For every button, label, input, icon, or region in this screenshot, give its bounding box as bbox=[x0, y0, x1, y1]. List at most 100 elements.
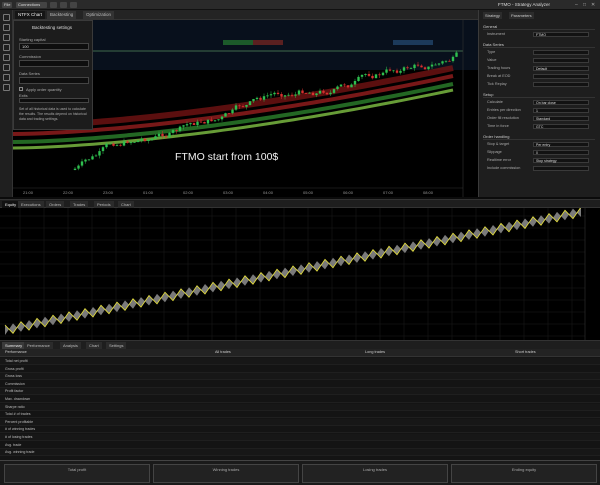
candle-body bbox=[147, 140, 150, 141]
candle-body bbox=[283, 95, 287, 97]
row-label: Max. drawdown bbox=[5, 397, 31, 401]
file-menu[interactable]: File bbox=[2, 2, 13, 8]
table-row: Total # of trades bbox=[0, 411, 600, 419]
measure-tool-icon[interactable] bbox=[3, 74, 10, 81]
exits-select[interactable] bbox=[19, 98, 89, 103]
tab-summary[interactable]: Summary bbox=[2, 342, 26, 349]
toolbar-icon[interactable] bbox=[40, 2, 47, 8]
candle-body bbox=[175, 130, 178, 131]
realtime-error-select[interactable]: Stop strategy bbox=[533, 158, 589, 163]
candle-body bbox=[255, 97, 259, 100]
candle-body bbox=[374, 74, 378, 79]
tab-equity[interactable]: Equity bbox=[2, 201, 20, 208]
candle-body bbox=[381, 72, 385, 76]
equity-curve-panel[interactable] bbox=[0, 208, 600, 340]
tab-performance[interactable]: Performance bbox=[24, 342, 53, 349]
type-select[interactable] bbox=[533, 50, 589, 55]
winning-trades-box: Winning trades bbox=[153, 464, 299, 483]
toolbar-icon[interactable] bbox=[50, 2, 57, 8]
candle-body bbox=[353, 81, 357, 85]
tab-orders[interactable]: Orders bbox=[46, 201, 65, 208]
property-row: Realtime error Stop strategy bbox=[487, 157, 595, 164]
dialog-title: Backtesting settings bbox=[32, 25, 73, 30]
fib-tool-icon[interactable] bbox=[3, 44, 10, 51]
tab-backtesting[interactable]: Backtesting bbox=[47, 11, 77, 19]
trading-hours-select[interactable]: Default bbox=[533, 66, 589, 71]
candle-body bbox=[308, 92, 311, 94]
candle-body bbox=[287, 94, 290, 96]
shape-tool-icon[interactable] bbox=[3, 54, 10, 61]
property-row: Order fill resolution Standard bbox=[487, 115, 595, 122]
candle-body bbox=[203, 122, 206, 124]
zoom-tool-icon[interactable] bbox=[3, 84, 10, 91]
ray-tool-icon[interactable] bbox=[3, 34, 10, 41]
tab-executions[interactable]: Executions bbox=[18, 201, 44, 208]
value-input[interactable] bbox=[533, 58, 589, 63]
tab-strategy[interactable]: Strategy bbox=[483, 12, 502, 19]
include-commission-toggle[interactable] bbox=[533, 166, 589, 171]
line-tool-icon[interactable] bbox=[3, 24, 10, 31]
performance-table: Performance All trades Long trades Short… bbox=[0, 349, 600, 460]
candle-body bbox=[294, 94, 297, 96]
candle-body bbox=[171, 130, 175, 133]
text-tool-icon[interactable] bbox=[3, 64, 10, 71]
backtest-settings-dialog: Backtesting settings Starting capital 10… bbox=[13, 20, 93, 130]
fill-resolution-select[interactable]: Standard bbox=[533, 116, 589, 121]
apply-quantity-checkbox[interactable] bbox=[19, 87, 23, 91]
candle-body bbox=[413, 64, 416, 69]
stop-target-select[interactable]: Per entry bbox=[533, 142, 589, 147]
chart-tab-strip: NTFX Chart Backtesting Optimization bbox=[13, 10, 478, 20]
time-tick-label: 08:00 bbox=[423, 190, 434, 195]
data-series-input[interactable] bbox=[19, 77, 89, 84]
tab-stat-chart[interactable]: Chart bbox=[86, 342, 102, 349]
row-label: Commission bbox=[5, 381, 25, 386]
maximize-icon[interactable]: □ bbox=[583, 2, 586, 8]
minimize-icon[interactable]: – bbox=[575, 2, 578, 8]
calculate-select[interactable]: On bar close bbox=[533, 100, 589, 105]
time-tick-label: 05:00 bbox=[303, 190, 314, 195]
toolbar-icon[interactable] bbox=[70, 2, 77, 8]
entries-input[interactable]: 1 bbox=[533, 108, 589, 113]
table-row: Max. drawdown bbox=[0, 396, 600, 403]
row-label: # of losing trades bbox=[5, 435, 33, 439]
candle-body bbox=[245, 105, 248, 107]
time-in-force-select[interactable]: GTC bbox=[533, 124, 589, 129]
row-label: Sharpe ratio bbox=[5, 404, 25, 409]
total-profit-box: Total profit bbox=[4, 464, 150, 483]
tab-periods[interactable]: Periods bbox=[94, 201, 114, 208]
row-label: Profit factor bbox=[5, 389, 24, 394]
column-header: Long trades bbox=[365, 350, 386, 354]
candle-body bbox=[87, 159, 91, 161]
candle-body bbox=[108, 143, 112, 145]
column-header: All trades bbox=[215, 350, 231, 354]
candle-body bbox=[252, 99, 255, 102]
row-label: Total net profit bbox=[5, 359, 28, 363]
starting-capital-input[interactable]: 100 bbox=[19, 43, 89, 50]
candle-body bbox=[420, 65, 423, 68]
toolbar-icon[interactable] bbox=[60, 2, 67, 8]
tab-parameters[interactable]: Parameters bbox=[509, 12, 534, 19]
tab-optimization[interactable]: Optimization bbox=[83, 11, 115, 19]
instrument-input[interactable]: FTMO bbox=[533, 32, 589, 37]
table-row: Percent profitable bbox=[0, 418, 600, 426]
table-row: Total net profit bbox=[0, 358, 600, 365]
cursor-tool-icon[interactable] bbox=[3, 14, 10, 21]
candle-body bbox=[73, 168, 77, 170]
candle-body bbox=[262, 96, 266, 100]
slippage-input[interactable]: 0 bbox=[533, 150, 589, 155]
candle-body bbox=[161, 133, 164, 137]
tick-replay-toggle[interactable] bbox=[533, 82, 589, 87]
commission-input[interactable] bbox=[19, 60, 89, 67]
row-label: Percent profitable bbox=[5, 419, 34, 424]
tab-analysis[interactable]: Analysis bbox=[60, 342, 81, 349]
candle-body bbox=[91, 156, 94, 160]
tab-settings[interactable]: Settings bbox=[106, 342, 127, 349]
break-eod-toggle[interactable] bbox=[533, 74, 589, 79]
close-icon[interactable]: ✕ bbox=[591, 2, 595, 8]
tab-trades[interactable]: Trades bbox=[70, 201, 89, 208]
equity-curve-chart[interactable] bbox=[0, 208, 600, 340]
candle-body bbox=[455, 52, 458, 57]
tab-chart-results[interactable]: Chart bbox=[118, 201, 134, 208]
connections-menu[interactable]: Connections bbox=[16, 2, 43, 8]
tab-chart[interactable]: NTFX Chart bbox=[15, 11, 46, 19]
